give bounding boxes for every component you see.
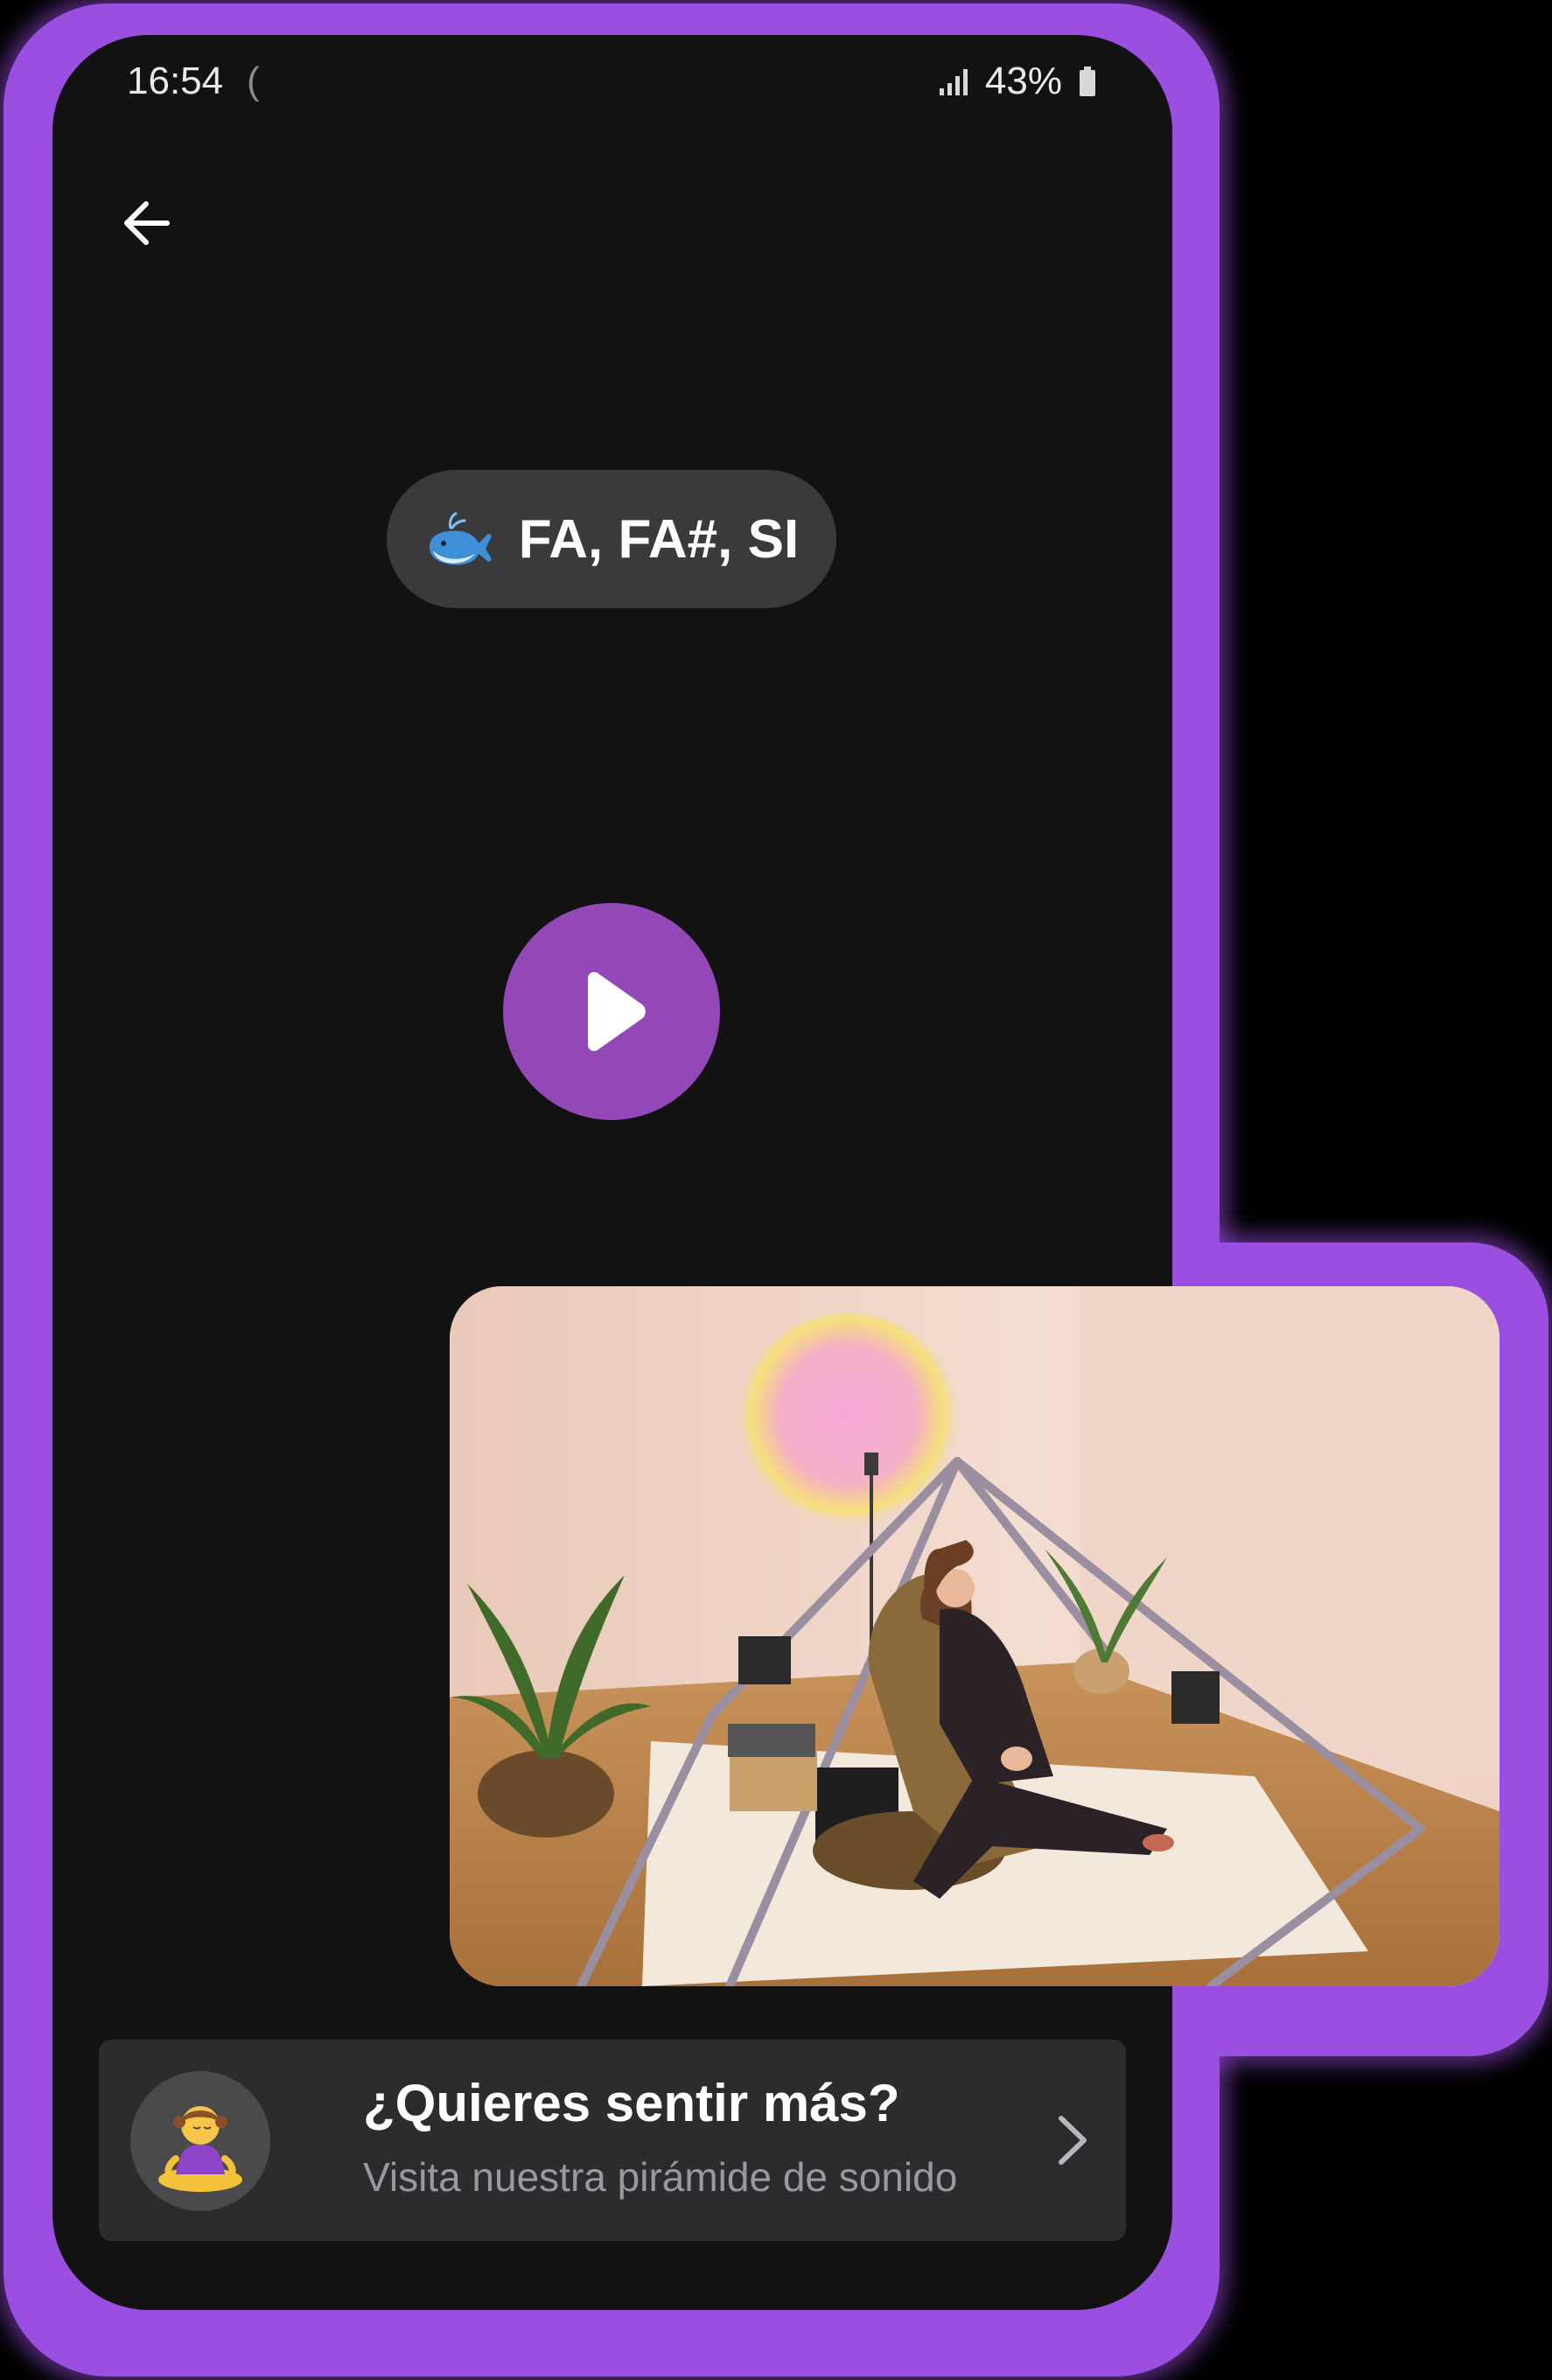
back-arrow-icon	[124, 201, 170, 245]
notification-icon: (	[247, 60, 260, 102]
play-icon	[588, 971, 646, 1052]
whale-icon	[429, 512, 492, 565]
sound-pyramid-photo	[450, 1286, 1500, 1986]
note-pill: FA, FA#, SI	[387, 470, 836, 608]
status-bar: 16:54 ( 43%	[52, 35, 1172, 131]
play-button[interactable]	[503, 903, 720, 1120]
status-time: 16:54	[127, 60, 224, 102]
chevron-right-icon	[1059, 2116, 1087, 2165]
back-button[interactable]	[107, 184, 185, 262]
status-right: 43%	[939, 60, 1095, 103]
battery-percent: 43%	[984, 60, 1062, 102]
cta-avatar	[130, 2071, 270, 2211]
canvas: 16:54 ( 43% FA, FA#, SI ¿Quieres sentir …	[0, 0, 1552, 2380]
note-label: FA, FA#, SI	[518, 508, 800, 570]
pyramid-cta-card[interactable]: ¿Quieres sentir más? Visita nuestra pirá…	[99, 2040, 1126, 2241]
cta-title: ¿Quieres sentir más?	[363, 2074, 900, 2132]
photo-illustration	[450, 1286, 1500, 1986]
battery-icon	[1080, 66, 1095, 96]
meditating-person-icon	[158, 2106, 242, 2192]
cta-subtitle: Visita nuestra pirámide de sonido	[363, 2154, 958, 2200]
signal-icon	[939, 67, 968, 95]
